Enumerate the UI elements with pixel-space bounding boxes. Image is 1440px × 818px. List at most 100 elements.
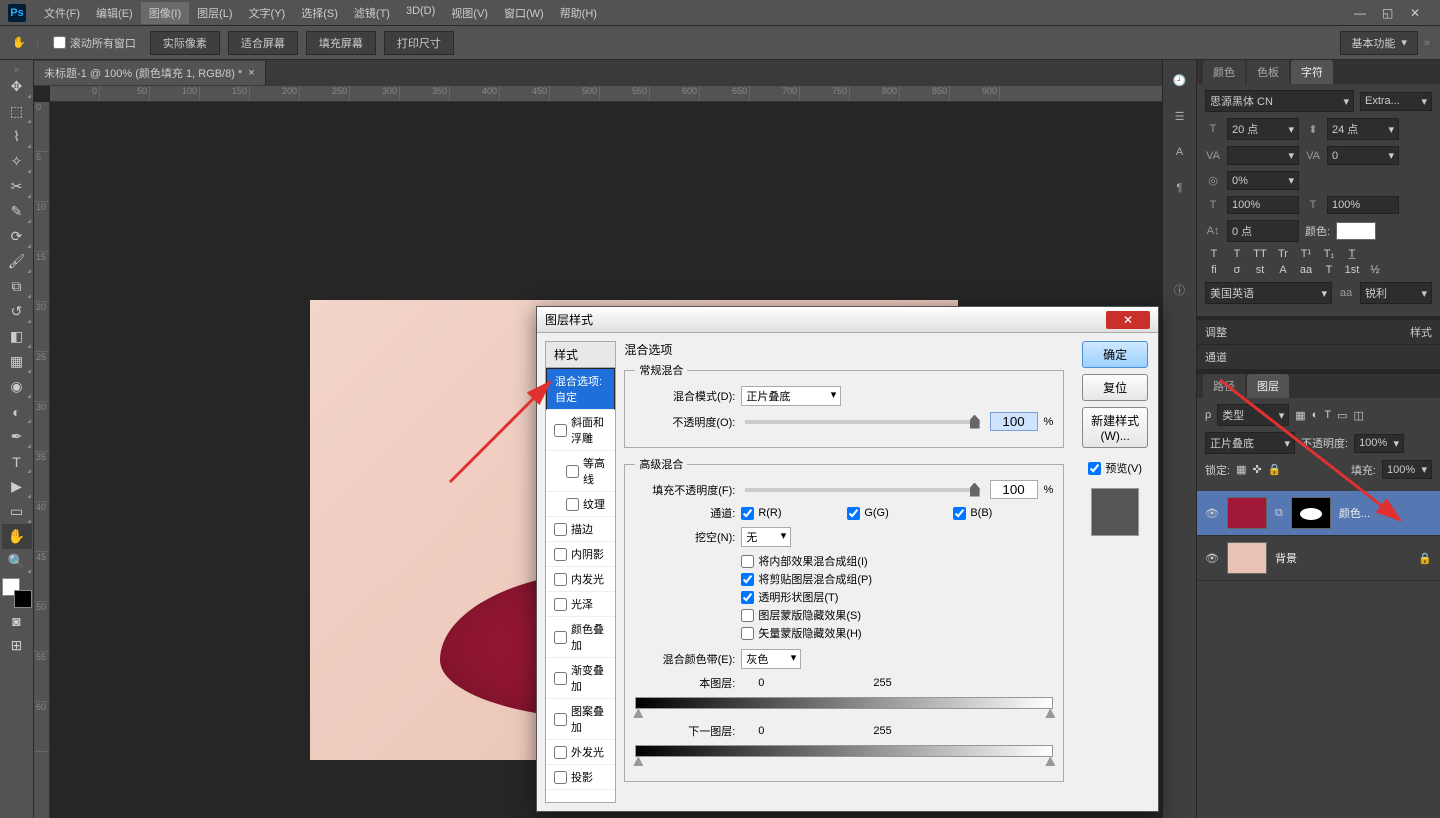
type-feature-btn[interactable]: st	[1251, 264, 1269, 276]
text-color-swatch[interactable]	[1336, 222, 1376, 240]
style-option[interactable]: 描边	[546, 517, 615, 542]
lasso-tool[interactable]: ⌇	[2, 124, 32, 149]
dodge-tool[interactable]: ◐	[2, 399, 32, 424]
leading-dropdown[interactable]: 24 点▾	[1327, 118, 1399, 140]
filter-pixel-icon[interactable]: ▦	[1295, 409, 1305, 422]
magic-wand-tool[interactable]: ✧	[2, 149, 32, 174]
optbar-打印尺寸[interactable]: 打印尺寸	[384, 31, 454, 55]
optbar-实际像素[interactable]: 实际像素	[150, 31, 220, 55]
channel-g-checkbox[interactable]: G(G)	[847, 507, 947, 520]
visibility-icon[interactable]: 👁	[1205, 552, 1219, 565]
opacity-input[interactable]	[990, 412, 1038, 431]
preview-checkbox[interactable]: 预览(V)	[1082, 460, 1148, 476]
baseline-input[interactable]: 0 点	[1227, 220, 1299, 242]
blend-if-dropdown[interactable]: 灰色▾	[741, 649, 801, 669]
dialog-titlebar[interactable]: 图层样式 ✕	[537, 307, 1158, 333]
dialog-close-button[interactable]: ✕	[1106, 311, 1150, 329]
char-opacity-dropdown[interactable]: 0%▾	[1227, 171, 1299, 190]
channels-tab[interactable]: 通道	[1205, 349, 1227, 365]
style-option[interactable]: 颜色叠加	[546, 617, 615, 658]
type-feature-btn[interactable]: T	[1320, 264, 1338, 276]
layer-mask-thumbnail[interactable]	[1291, 497, 1331, 529]
layer-name[interactable]: 背景	[1275, 550, 1410, 566]
style-option[interactable]: 斜面和浮雕	[546, 410, 615, 451]
layer-thumbnail[interactable]	[1227, 542, 1267, 574]
blur-tool[interactable]: ◉	[2, 374, 32, 399]
font-family-dropdown[interactable]: 思源黑体 CN▾	[1205, 90, 1354, 112]
menu-帮助(H)[interactable]: 帮助(H)	[552, 2, 605, 24]
style-option[interactable]: 投影	[546, 765, 615, 790]
filter-adj-icon[interactable]: ◐	[1312, 409, 1319, 421]
paragraph-panel-icon[interactable]: ¶	[1170, 178, 1190, 198]
menu-图层(L)[interactable]: 图层(L)	[189, 2, 240, 24]
blend-mode-dropdown[interactable]: 正片叠底▾	[1205, 432, 1295, 454]
menu-选择(S)[interactable]: 选择(S)	[293, 2, 346, 24]
filter-smart-icon[interactable]: ◫	[1353, 409, 1363, 422]
style-option[interactable]: 纹理	[546, 492, 615, 517]
this-layer-gradient[interactable]	[635, 697, 1053, 709]
kerning-dropdown[interactable]: ▾	[1227, 146, 1299, 165]
type-style-btn[interactable]: T¹	[1297, 248, 1315, 260]
document-tab[interactable]: 未标题-1 @ 100% (颜色填充 1, RGB/8) *×	[34, 61, 266, 85]
optbar-适合屏幕[interactable]: 适合屏幕	[228, 31, 298, 55]
hand-tool[interactable]: ✋	[2, 524, 32, 549]
type-style-btn[interactable]: Tr	[1274, 248, 1292, 260]
quick-mask-icon[interactable]: ◙	[2, 608, 32, 633]
filter-text-icon[interactable]: T	[1324, 409, 1331, 421]
layer-row[interactable]: 👁 背景 🔒	[1197, 536, 1440, 581]
lock-pixels-icon[interactable]: ▦	[1236, 463, 1246, 476]
crop-tool[interactable]: ✂	[2, 174, 32, 199]
type-style-btn[interactable]: T₁	[1320, 248, 1338, 260]
panel-tab-色板[interactable]: 色板	[1247, 60, 1289, 84]
menu-文字(Y)[interactable]: 文字(Y)	[241, 2, 294, 24]
layer-thumbnail[interactable]	[1227, 497, 1267, 529]
history-brush-tool[interactable]: ↺	[2, 299, 32, 324]
type-feature-btn[interactable]: A	[1274, 264, 1292, 276]
lock-position-icon[interactable]: ✜	[1252, 463, 1261, 476]
panel-tab-路径[interactable]: 路径	[1203, 374, 1245, 398]
panel-tab-字符[interactable]: 字符	[1291, 60, 1333, 84]
adv-option-checkbox[interactable]: 矢量蒙版隐藏效果(H)	[741, 625, 1053, 641]
zoom-tool[interactable]: 🔍	[2, 549, 32, 574]
eyedropper-tool[interactable]: ✎	[2, 199, 32, 224]
scale-v-input[interactable]: 100%	[1227, 196, 1299, 214]
scale-h-input[interactable]: 100%	[1327, 196, 1399, 214]
ok-button[interactable]: 确定	[1082, 341, 1148, 368]
style-option[interactable]: 光泽	[546, 592, 615, 617]
type-feature-btn[interactable]: ½	[1366, 264, 1384, 276]
style-option[interactable]: 混合选项:自定	[546, 368, 615, 410]
adv-option-checkbox[interactable]: 图层蒙版隐藏效果(S)	[741, 607, 1053, 623]
styles-tab[interactable]: 样式	[1410, 324, 1432, 340]
style-option[interactable]: 外发光	[546, 740, 615, 765]
style-option[interactable]: 等高线	[546, 451, 615, 492]
new-style-button[interactable]: 新建样式(W)...	[1082, 407, 1148, 448]
filter-icon[interactable]: ρ	[1205, 409, 1211, 421]
screen-mode-icon[interactable]: ⊞	[2, 633, 32, 658]
layer-fill-input[interactable]: 100%▾	[1382, 460, 1432, 479]
gradient-tool[interactable]: ▦	[2, 349, 32, 374]
filter-shape-icon[interactable]: ▭	[1337, 409, 1347, 422]
maximize-icon[interactable]: ◱	[1382, 6, 1396, 20]
type-feature-btn[interactable]: fi	[1205, 264, 1223, 276]
foreground-background-colors[interactable]	[2, 578, 32, 608]
layer-row[interactable]: 👁 ⧉ 颜色...	[1197, 491, 1440, 536]
close-icon[interactable]: ✕	[1410, 6, 1424, 20]
type-tool[interactable]: T	[2, 449, 32, 474]
healing-brush-tool[interactable]: ⟳	[2, 224, 32, 249]
close-tab-icon[interactable]: ×	[248, 67, 254, 79]
type-style-btn[interactable]: T̲	[1343, 248, 1361, 260]
marquee-tool[interactable]: ⬚	[2, 99, 32, 124]
font-size-dropdown[interactable]: 20 点▾	[1227, 118, 1299, 140]
type-style-btn[interactable]: TT	[1251, 248, 1269, 260]
style-option[interactable]: 渐变叠加	[546, 658, 615, 699]
antialias-dropdown[interactable]: 锐利▾	[1360, 282, 1432, 304]
menu-窗口(W)[interactable]: 窗口(W)	[496, 2, 552, 24]
under-layer-gradient[interactable]	[635, 745, 1053, 757]
adv-option-checkbox[interactable]: 将内部效果混合成组(I)	[741, 553, 1053, 569]
fill-opacity-input[interactable]	[990, 480, 1038, 499]
knockout-dropdown[interactable]: 无▾	[741, 527, 791, 547]
lock-all-icon[interactable]: 🔒	[1268, 463, 1282, 476]
minimize-icon[interactable]: —	[1354, 6, 1368, 20]
pen-tool[interactable]: ✒	[2, 424, 32, 449]
type-feature-btn[interactable]: 1st	[1343, 264, 1361, 276]
